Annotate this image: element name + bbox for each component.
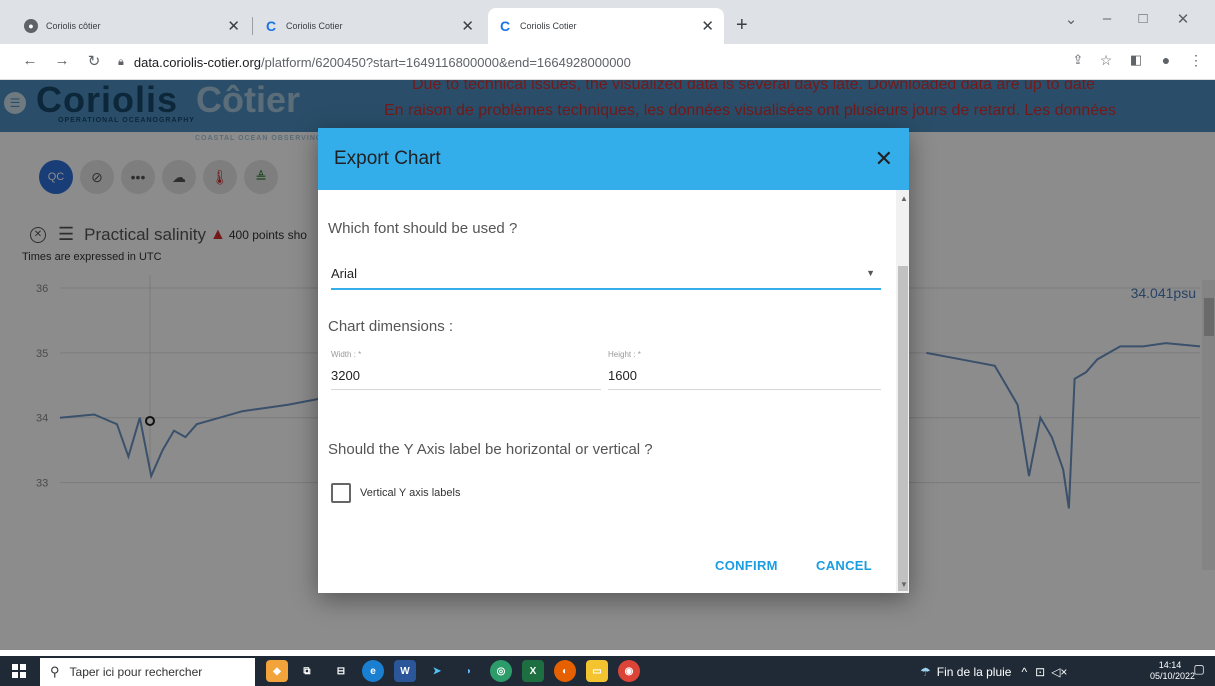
vertical-labels-checkbox[interactable] [331, 483, 351, 503]
task-view-icon[interactable]: ⧉ [296, 660, 318, 682]
bookmark-star-icon[interactable]: ☆ [1096, 52, 1116, 69]
close-icon[interactable]: ✕ [227, 17, 240, 35]
forward-icon[interactable]: → [52, 52, 72, 69]
taskbar-search-placeholder: Taper ici pour rechercher [69, 665, 203, 679]
minimize-button[interactable]: – [1092, 10, 1122, 27]
file-explorer-icon[interactable]: ▭ [586, 660, 608, 682]
search-icon: ⚲ [50, 664, 60, 679]
height-label: Height : * [608, 350, 641, 359]
tab-search-icon[interactable]: ⌄ [1056, 10, 1086, 28]
back-icon[interactable]: ← [20, 52, 40, 69]
width-field[interactable]: 3200 [331, 368, 601, 390]
scroll-up-icon[interactable]: ▲ [900, 194, 908, 203]
close-icon[interactable]: ✕ [461, 17, 474, 35]
profile-icon[interactable]: ● [1156, 52, 1176, 68]
browser-tab-1[interactable]: ● Coriolis côtier ✕ [14, 8, 250, 44]
clock-time: 14:14 [1158, 660, 1182, 670]
share-icon[interactable]: ⇪ [1068, 52, 1088, 68]
edge-icon[interactable]: e [362, 660, 384, 682]
dimensions-label: Chart dimensions : [328, 318, 454, 335]
clock-date: 05/10/2022 [1150, 671, 1196, 681]
cancel-button[interactable]: CANCEL [816, 558, 872, 573]
close-icon[interactable]: ✕ [701, 17, 714, 35]
coriolis-c-icon: C [265, 18, 277, 34]
excel-icon[interactable]: X [522, 660, 544, 682]
chrome-icon[interactable]: ◉ [618, 660, 640, 682]
font-select[interactable]: Arial ▼ [331, 258, 881, 290]
tab-title: Coriolis côtier [46, 21, 101, 31]
scroll-down-icon[interactable]: ▼ [900, 580, 908, 589]
task-view-icon[interactable]: ⊟ [330, 660, 352, 682]
app-icon[interactable]: ➤ [426, 660, 448, 682]
globe-icon: ● [24, 19, 38, 33]
new-tab-button[interactable]: + [736, 14, 748, 37]
windows-start-icon[interactable] [12, 664, 26, 678]
tab-title: Coriolis Cotier [520, 21, 577, 31]
reload-icon[interactable]: ↻ [84, 52, 104, 70]
checkbox-label: Vertical Y axis labels [360, 487, 461, 499]
network-icon[interactable]: ⊡ [1035, 665, 1045, 679]
window-close-button[interactable]: ✕ [1168, 10, 1198, 28]
menu-dots-icon[interactable]: ⋮ [1186, 52, 1206, 69]
word-icon[interactable]: W [394, 660, 416, 682]
axis-question: Should the Y Axis label be horizontal or… [328, 441, 653, 458]
tray-chevron-icon[interactable]: ^ [1021, 665, 1027, 679]
width-label: Width : * [331, 350, 362, 359]
dialog-title: Export Chart [334, 148, 441, 169]
tab-title: Coriolis Cotier [286, 21, 343, 31]
browser-tab-2[interactable]: C Coriolis Cotier ✕ [254, 8, 484, 44]
taskbar-search[interactable]: ⚲ Taper ici pour rechercher [40, 658, 255, 686]
system-tray: ☂ Fin de la pluie ^ ⊡ ◁× [920, 658, 1067, 686]
side-panel-icon[interactable]: ◧ [1126, 52, 1146, 68]
volume-icon[interactable]: ◁× [1051, 665, 1067, 679]
tab-separator [252, 17, 253, 35]
dialog-header: Export Chart ✕ [318, 128, 909, 190]
maximize-button[interactable]: □ [1128, 10, 1158, 27]
font-question: Which font should be used ? [328, 220, 518, 237]
taskbar-clock[interactable]: 14:14 05/10/2022 [1150, 660, 1196, 682]
firefox-icon[interactable]: ◐ [554, 660, 576, 682]
export-chart-dialog: Export Chart ✕ Which font should be used… [318, 128, 909, 593]
close-icon[interactable]: ✕ [875, 146, 893, 172]
address-bar[interactable]: 🔒︎ data.coriolis-cotier.org/platform/620… [118, 49, 1178, 75]
browser-tab-3[interactable]: C Coriolis Cotier ✕ [488, 8, 724, 44]
height-field[interactable]: 1600 [608, 368, 881, 390]
coriolis-c-icon: C [499, 18, 511, 34]
lock-icon: 🔒︎ [118, 55, 124, 68]
weather-text[interactable]: Fin de la pluie [937, 665, 1012, 679]
font-select-value: Arial [331, 265, 358, 281]
widgets-icon[interactable]: ◆ [266, 660, 288, 682]
notification-icon[interactable]: ▢ [1190, 662, 1208, 680]
chevron-down-icon: ▼ [866, 268, 875, 278]
url-path: /platform/6200450?start=1649116800000&en… [261, 54, 631, 70]
weather-icon: ☂ [920, 665, 931, 679]
dialog-scrollbar-thumb[interactable] [898, 266, 908, 591]
url-host: data.coriolis-cotier.org [133, 54, 262, 70]
app-icon[interactable]: ◎ [490, 660, 512, 682]
confirm-button[interactable]: CONFIRM [715, 558, 778, 573]
app-icon[interactable]: ◗ [458, 660, 480, 682]
